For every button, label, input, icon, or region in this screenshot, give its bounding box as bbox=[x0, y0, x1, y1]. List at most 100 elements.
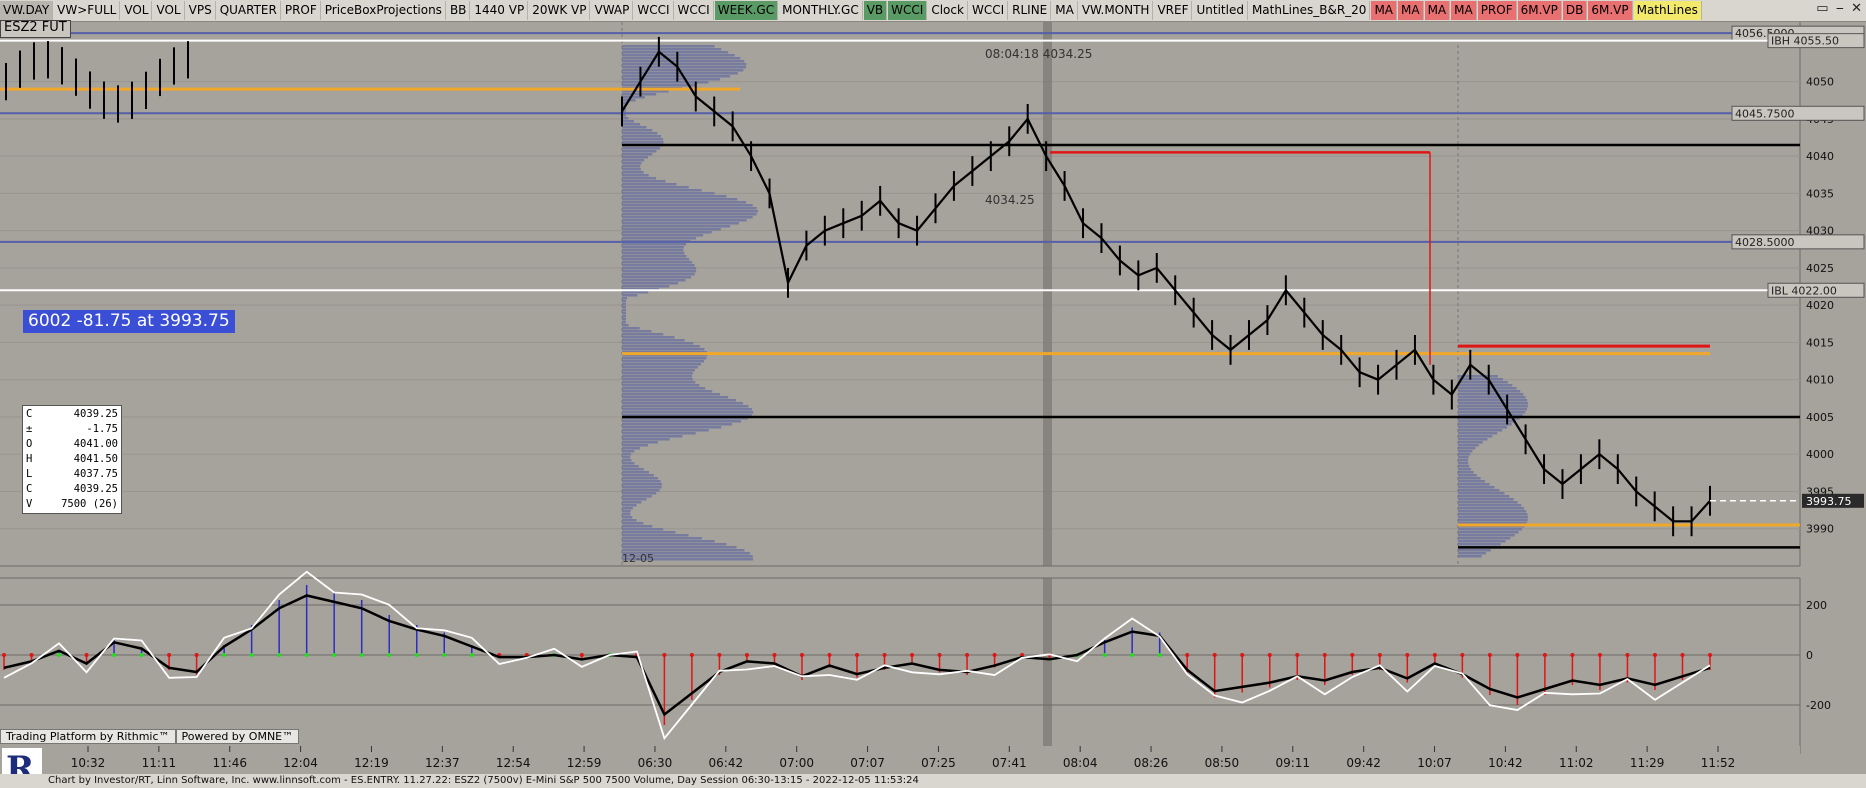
minimize-icon[interactable]: ⎯ bbox=[1837, 1, 1844, 16]
cci-zero-dot bbox=[1487, 653, 1492, 657]
toolbar-button-1440-vp-9[interactable]: 1440 VP bbox=[471, 1, 529, 20]
volume-profile-bar bbox=[622, 270, 697, 273]
toolbar-button-ma-27[interactable]: MA bbox=[1398, 1, 1424, 20]
volume-profile-bar bbox=[622, 234, 704, 237]
toolbar-button-mathlines-34[interactable]: MathLines bbox=[1633, 1, 1702, 20]
volume-profile-bar bbox=[622, 318, 626, 321]
cci-zero-dot bbox=[277, 653, 282, 657]
toolbar-button-priceboxprojections-7[interactable]: PriceBoxProjections bbox=[321, 1, 446, 20]
price-tick-label: 4015 bbox=[1806, 336, 1834, 349]
toolbar-button-prof-30[interactable]: PROF bbox=[1477, 1, 1517, 20]
cci-zero-dot bbox=[1157, 653, 1162, 657]
toolbar-button-vref-23[interactable]: VREF bbox=[1154, 1, 1193, 20]
toolbar-button-vwap-11[interactable]: VWAP bbox=[591, 1, 634, 20]
toolbar-button-vw-full-1[interactable]: VW>FULL bbox=[54, 1, 121, 20]
volume-profile-bar bbox=[622, 138, 664, 141]
toolbar-button-ma-21[interactable]: MA bbox=[1052, 1, 1078, 20]
volume-profile-bar bbox=[622, 474, 654, 477]
volume-profile-bar bbox=[622, 504, 637, 507]
volume-profile-bar bbox=[622, 405, 749, 408]
volume-profile-bar bbox=[622, 381, 696, 384]
cci-zero-dot bbox=[799, 653, 804, 657]
volume-profile-bar bbox=[622, 528, 664, 531]
toolbar-button-bb-8[interactable]: BB bbox=[446, 1, 471, 20]
volume-profile-bar bbox=[1458, 447, 1476, 450]
branding-bar: Trading Platform by Rithmic™ Powered by … bbox=[0, 729, 300, 744]
toolbar-button-ma-26[interactable]: MA bbox=[1371, 1, 1397, 20]
volume-profile-bar bbox=[622, 537, 702, 540]
volume-profile-bar bbox=[622, 162, 642, 165]
ohlc-row: ± -1.75 bbox=[26, 422, 118, 437]
volume-profile-bar bbox=[622, 93, 657, 96]
toolbar-button-db-32[interactable]: DB bbox=[1562, 1, 1588, 20]
volume-profile-bar bbox=[1458, 510, 1527, 513]
toolbar-button-week-gc-14[interactable]: WEEK.GC bbox=[714, 1, 779, 20]
volume-profile-bar bbox=[622, 495, 652, 498]
price-tick-label: 3990 bbox=[1806, 523, 1834, 536]
time-tick-label: 10:32 bbox=[71, 756, 106, 770]
volume-profile-bar bbox=[1458, 462, 1469, 465]
time-tick-label: 10:07 bbox=[1417, 756, 1452, 770]
toolbar-button-20wk-vp-10[interactable]: 20WK VP bbox=[529, 1, 591, 20]
toolbar-button-vb-16[interactable]: VB bbox=[863, 1, 888, 20]
toolbar-button-vol-2[interactable]: VOL bbox=[121, 1, 153, 20]
ohlc-value: 7500 (26) bbox=[61, 498, 118, 510]
volume-profile-bar bbox=[622, 177, 657, 180]
toolbar-button-vw-day-0[interactable]: VW.DAY bbox=[0, 1, 54, 20]
volume-profile-bar bbox=[622, 450, 635, 453]
volume-profile-bar bbox=[622, 273, 695, 276]
volume-profile-bar bbox=[622, 519, 637, 522]
time-tick-label: 11:29 bbox=[1630, 756, 1665, 770]
volume-profile-bar bbox=[622, 327, 640, 330]
toolbar-button-vol-3[interactable]: VOL bbox=[153, 1, 185, 20]
toolbar-button-wcci-13[interactable]: WCCI bbox=[674, 1, 714, 20]
cci-zero-dot bbox=[579, 653, 584, 657]
session-date-label: 12-05 bbox=[622, 552, 654, 565]
toolbar-button-untitled-24[interactable]: Untitled bbox=[1193, 1, 1248, 20]
toolbar-button-quarter-5[interactable]: QUARTER bbox=[216, 1, 281, 20]
toolbar-button-6m-vp-33[interactable]: 6M.VP bbox=[1588, 1, 1633, 20]
volume-profile-bar bbox=[622, 195, 727, 198]
ohlc-value: 4041.00 bbox=[73, 438, 118, 450]
price-chart[interactable]: 3990399540004005401040154020402540304035… bbox=[0, 0, 1866, 774]
volume-profile-bar bbox=[622, 156, 649, 159]
price-tick-label: 4000 bbox=[1806, 448, 1834, 461]
volume-profile-bar bbox=[622, 360, 705, 363]
cci-zero-dot bbox=[1377, 653, 1382, 657]
volume-profile-bar bbox=[622, 231, 712, 234]
volume-profile-bar bbox=[622, 465, 639, 468]
ohlc-value: 4039.25 bbox=[73, 483, 118, 495]
cci-zero-dot bbox=[359, 653, 364, 657]
toolbar-button-wcci-12[interactable]: WCCI bbox=[634, 1, 674, 20]
toolbar-button-vw-month-22[interactable]: VW.MONTH bbox=[1078, 1, 1154, 20]
restore-icon[interactable]: ▭ bbox=[1816, 1, 1828, 16]
toolbar-button-monthly-gc-15[interactable]: MONTHLY.GC bbox=[779, 1, 863, 20]
volume-profile-bar bbox=[622, 165, 641, 168]
toolbar-button-6m-vp-31[interactable]: 6M.VP bbox=[1517, 1, 1562, 20]
cci-zero-dot bbox=[1652, 653, 1657, 657]
volume-profile-bar bbox=[1458, 486, 1495, 489]
toolbar-button-vps-4[interactable]: VPS bbox=[185, 1, 216, 20]
volume-profile-bar bbox=[622, 540, 715, 543]
toolbar-button-rline-20[interactable]: RLINE bbox=[1009, 1, 1052, 20]
volume-profile-bar bbox=[1458, 399, 1528, 402]
volume-profile-bar bbox=[622, 267, 697, 270]
toolbar-button-wcci-19[interactable]: WCCI bbox=[968, 1, 1009, 20]
volume-profile-bar bbox=[1458, 432, 1498, 435]
toolbar-button-clock-18[interactable]: Clock bbox=[928, 1, 968, 20]
volume-profile-bar bbox=[622, 456, 631, 459]
toolbar-button-ma-28[interactable]: MA bbox=[1424, 1, 1451, 20]
volume-profile-bar bbox=[622, 216, 753, 219]
volume-profile-bar bbox=[1458, 453, 1471, 456]
volume-profile-bar bbox=[622, 57, 741, 60]
toolbar-button-mathlines-b-r-20-25[interactable]: MathLines_B&R_20 bbox=[1248, 1, 1371, 20]
volume-profile-bar bbox=[622, 243, 687, 246]
time-tick-label: 07:00 bbox=[779, 756, 814, 770]
cci-zero-dot bbox=[992, 653, 997, 657]
volume-profile-bar bbox=[1458, 423, 1512, 426]
toolbar-button-wcci-17[interactable]: WCCI bbox=[888, 1, 928, 20]
volume-profile-bar bbox=[622, 402, 743, 405]
toolbar-button-ma-29[interactable]: MA bbox=[1451, 1, 1477, 20]
close-icon[interactable]: ✕ bbox=[1851, 1, 1862, 16]
toolbar-button-prof-6[interactable]: PROF bbox=[281, 1, 321, 20]
